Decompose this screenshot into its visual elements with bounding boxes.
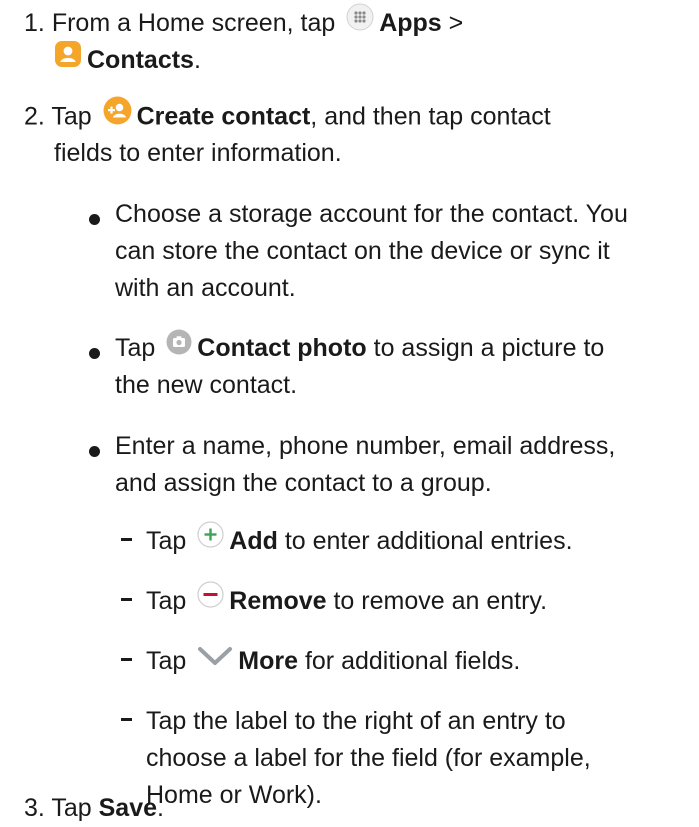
remove-label: Remove [229,587,327,615]
bullet-1-line-1: Choose a storage account for the contact… [115,200,628,228]
more-label: More [238,647,298,675]
bullet [89,348,100,359]
contact-photo-label: Contact photo [197,334,367,362]
bullet-3-line-1: Enter a name, phone number, email addres… [115,432,616,460]
dash-1-line: Tap Add to enter additional entries. [146,521,573,561]
dash-4-line-2: choose a label for the field (for exampl… [146,744,591,772]
chevron-down-icon [197,642,233,679]
camera-icon [166,329,192,366]
remove-minus-icon [197,581,224,619]
apps-grid-icon [346,3,374,42]
step-number: 2. [24,102,45,131]
create-contact-label: Create contact [136,102,311,131]
contacts-app-icon [54,40,82,79]
bullet-2-line-2: the new contact. [115,371,298,399]
separator: > [448,9,464,38]
step-1-line-2: Contacts. [54,40,201,81]
bullet [89,446,100,457]
step-number: 3. [24,794,45,822]
bullet [89,214,100,225]
dash [121,598,132,601]
step-2-line-2: fields to enter information. [54,139,342,167]
save-label: Save [98,794,158,822]
dash-4-line-1: Tap the label to the right of an entry t… [146,707,566,735]
step-2-line-1: 2. Tap Create contact, and then tap cont… [24,96,551,138]
apps-label: Apps [379,9,442,38]
dash [121,658,132,661]
bullet-1-line-3: with an account. [115,274,296,302]
dash [121,718,132,721]
dash-4-line-3: Home or Work). [146,781,322,809]
contacts-label: Contacts [87,46,194,75]
dash-2-line: Tap Remove to remove an entry. [146,581,547,621]
add-label: Add [229,527,278,555]
step-3-line: 3. Tap Save. [24,794,164,822]
step-number: 1. [24,9,45,38]
bullet-1-line-2: can store the contact on the device or s… [115,237,610,265]
page: { "steps": { "s1": { "num": "1.", "pre":… [0,0,699,823]
dash [121,538,132,541]
create-contact-icon [103,96,132,136]
step-1-line-1: 1. From a Home screen, tap Apps > [24,3,464,44]
bullet-3-line-2: and assign the contact to a group. [115,469,492,497]
dash-3-line: Tap More for additional fields. [146,643,520,681]
step-text: Tap [51,102,92,131]
step-text: From a Home screen, tap [51,9,336,38]
bullet-2-line-1: Tap Contact photo to assign a picture to [115,329,604,368]
add-plus-icon [197,521,224,559]
